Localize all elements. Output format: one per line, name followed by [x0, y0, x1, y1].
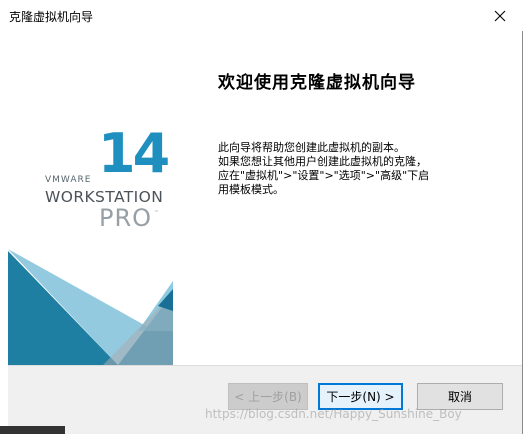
- brand-trademark: ™: [154, 210, 159, 216]
- brand-edition: PRO: [99, 204, 153, 232]
- description-line: 如果您想让其他用户创建此虚拟机的克隆，: [218, 155, 427, 168]
- brand-version: 14: [98, 122, 170, 185]
- description-line: 用模板模式。: [218, 183, 284, 196]
- next-button[interactable]: 下一步(N) >: [318, 383, 403, 410]
- description-line: 此向导将帮助您创建此虚拟机的副本。: [218, 141, 405, 154]
- back-button[interactable]: < 上一步(B): [228, 383, 308, 410]
- branding-panel: 14 VMWARE WORKSTATION PRO ™: [8, 31, 173, 365]
- description-line: 应在"虚拟机">"设置">"选项">"高级"下启: [218, 169, 430, 182]
- close-icon: [494, 10, 506, 21]
- description-text: 此向导将帮助您创建此虚拟机的副本。 如果您想让其他用户创建此虚拟机的克隆， 应在…: [218, 141, 508, 197]
- clone-wizard-window: 克隆虚拟机向导 14 VMWARE WORKSTATION PRO ™ 欢迎使用…: [0, 0, 523, 434]
- window-title: 克隆虚拟机向导: [9, 10, 94, 24]
- background-edge: [0, 426, 65, 434]
- page-heading: 欢迎使用克隆虚拟机向导: [218, 73, 416, 93]
- title-bar: 克隆虚拟机向导: [0, 0, 523, 31]
- close-button[interactable]: [477, 0, 523, 31]
- watermark: https://blog.csdn.net/Happy_Sunshine_Boy: [205, 407, 462, 421]
- brand-vmware: VMWARE: [45, 175, 92, 185]
- cancel-button[interactable]: 取消: [417, 383, 503, 410]
